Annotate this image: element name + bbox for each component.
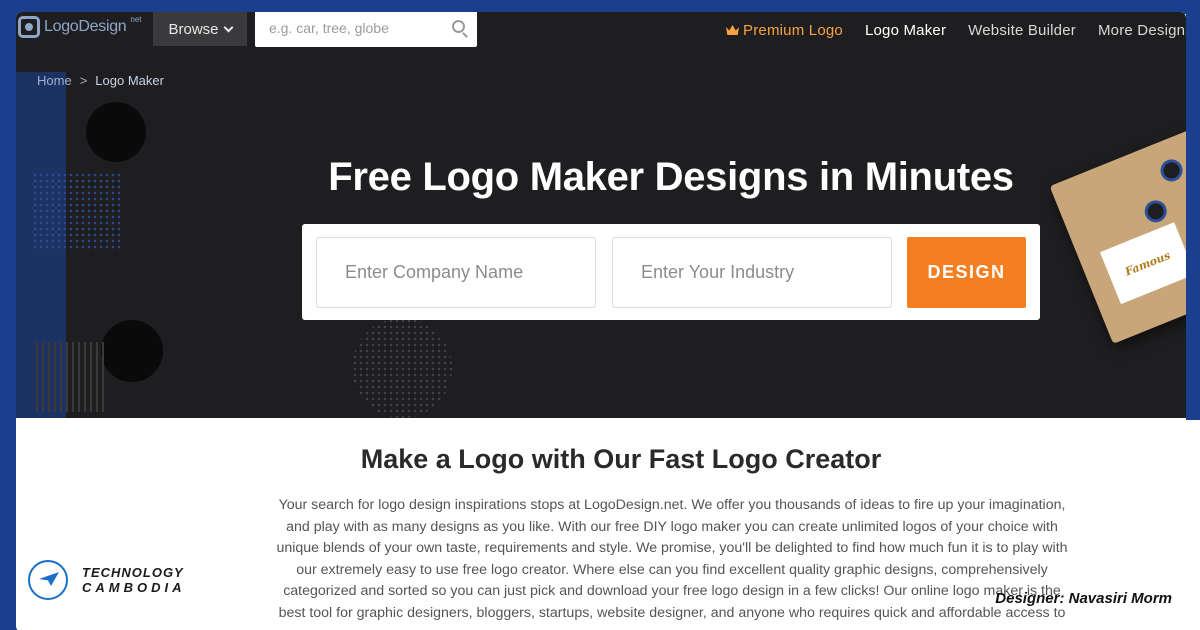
industry-input[interactable] bbox=[613, 238, 891, 307]
company-name-input[interactable] bbox=[317, 238, 595, 307]
brand-bird-icon bbox=[28, 560, 68, 600]
crown-icon bbox=[726, 25, 739, 35]
nav-link-logo-maker[interactable]: Logo Maker bbox=[865, 22, 946, 39]
frame-right bbox=[1186, 0, 1200, 420]
chevron-down-icon bbox=[223, 22, 233, 32]
browse-button[interactable]: Browse bbox=[153, 12, 247, 46]
logo-suffix: net bbox=[130, 14, 142, 24]
watermark-brand: TECHNOLOGY CAMBODIA bbox=[28, 560, 186, 600]
browse-label: Browse bbox=[168, 20, 219, 38]
design-button[interactable]: DESIGN bbox=[907, 237, 1026, 308]
brand-text: TECHNOLOGY CAMBODIA bbox=[82, 565, 186, 595]
breadcrumb-home[interactable]: Home bbox=[37, 73, 72, 88]
section-title: Make a Logo with Our Fast Logo Creator bbox=[360, 444, 882, 474]
nav-link-more-designs[interactable]: More Designs bbox=[1098, 22, 1186, 39]
breadcrumb-separator: > bbox=[79, 73, 88, 88]
decorative-circle bbox=[86, 102, 146, 162]
designer-credit: Designer: Navasiri Morm bbox=[995, 590, 1172, 607]
hero-title: Free Logo Maker Designs in Minutes bbox=[328, 155, 1014, 199]
decorative-dots bbox=[352, 318, 452, 418]
nav-link-premium-logo[interactable]: Premium Logo bbox=[726, 22, 843, 39]
nav-link-website-builder[interactable]: Website Builder bbox=[968, 22, 1076, 39]
industry-field bbox=[612, 237, 892, 308]
decorative-stripes bbox=[36, 342, 106, 412]
top-navigation: LogoDesign net Browse Premium Logo Logo … bbox=[16, 12, 1186, 52]
company-name-field bbox=[316, 237, 596, 308]
brand-line-2: CAMBODIA bbox=[82, 580, 186, 595]
logo-form: DESIGN bbox=[302, 224, 1040, 320]
section-body: Your search for logo design inspirations… bbox=[276, 497, 1068, 621]
logo-text: LogoDesign bbox=[44, 18, 127, 35]
hero-section: Famous LogoDesign net Browse Premium Log… bbox=[16, 12, 1186, 418]
nav-links: Premium Logo Logo Maker Website Builder … bbox=[726, 18, 1186, 42]
search-input[interactable] bbox=[255, 12, 435, 47]
brand-line-1: TECHNOLOGY bbox=[82, 565, 184, 580]
search-icon[interactable] bbox=[452, 20, 465, 33]
screenshot-card: Famous LogoDesign net Browse Premium Log… bbox=[16, 12, 1186, 630]
breadcrumb: Home > Logo Maker bbox=[37, 73, 164, 88]
decorative-circle bbox=[101, 320, 163, 382]
envelope-card: Famous bbox=[1099, 222, 1186, 305]
nav-link-label: Premium Logo bbox=[743, 21, 843, 39]
breadcrumb-current: Logo Maker bbox=[95, 73, 164, 88]
envelope-button-decoration bbox=[1141, 197, 1171, 226]
logo-mark-icon bbox=[18, 16, 40, 38]
site-logo[interactable]: LogoDesign net bbox=[16, 12, 142, 42]
search-box bbox=[255, 12, 477, 47]
